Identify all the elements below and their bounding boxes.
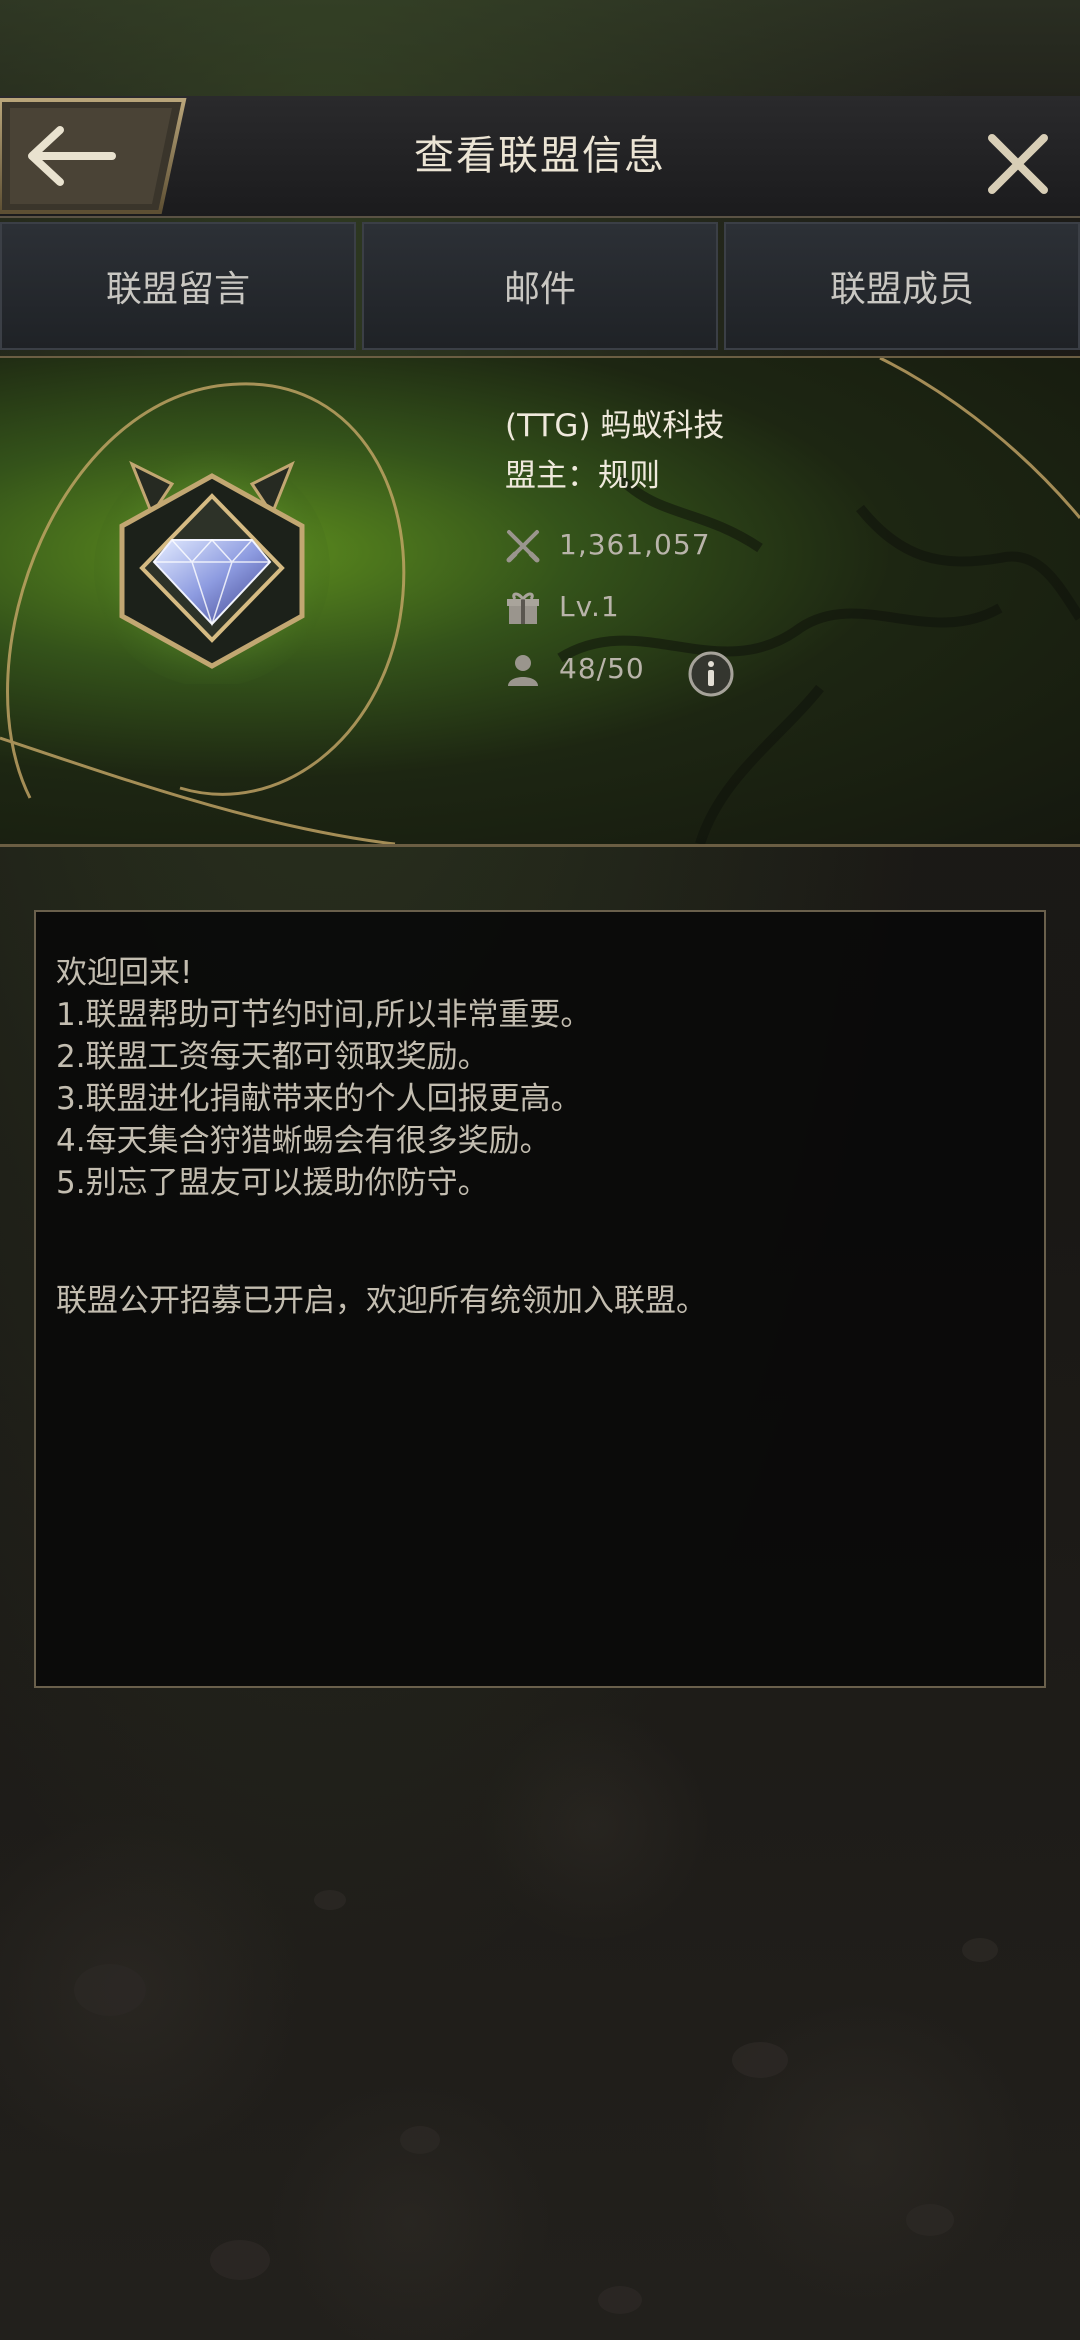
info-icon[interactable] <box>687 650 735 698</box>
message-line: 3.联盟进化捐献带来的个人回报更高。 <box>56 1081 582 1117</box>
gift-icon <box>507 592 539 624</box>
recruit-message: 联盟公开招募已开启，欢迎所有统领加入联盟。 <box>56 1283 707 1319</box>
alliance-message-box: 欢迎回来! 1.联盟帮助可节约时间,所以非常重要。 2.联盟工资每天都可领取奖励… <box>34 910 1046 1688</box>
crossed-swords-icon <box>506 530 540 563</box>
tab-mail[interactable]: 邮件 <box>362 222 718 350</box>
power-stat: 1,361,057 <box>505 514 1005 576</box>
members-value: 48/50 <box>559 652 645 685</box>
diamond-emblem-icon <box>94 451 330 684</box>
power-value: 1,361,057 <box>559 528 711 561</box>
message-line: 4.每天集合狩猎蜥蜴会有很多奖励。 <box>56 1123 551 1159</box>
member-icon <box>508 655 538 686</box>
alliance-name: (TTG) 蚂蚁科技 <box>505 408 725 444</box>
close-button[interactable] <box>978 124 1058 204</box>
level-value: Lv.1 <box>559 590 620 623</box>
message-line: 2.联盟工资每天都可领取奖励。 <box>56 1039 489 1075</box>
members-stat: 48/50 <box>505 638 1005 700</box>
tab-bar: 联盟留言 邮件 联盟成员 <box>0 222 1080 354</box>
level-stat: Lv.1 <box>505 576 1005 638</box>
pebble-texture <box>74 1890 998 2314</box>
close-icon <box>988 134 1048 194</box>
message-line: 1.联盟帮助可节约时间,所以非常重要。 <box>56 997 592 1033</box>
alliance-banner: (TTG) 蚂蚁科技 盟主：规则 1,361,057 Lv.1 48/50 <box>0 356 1080 847</box>
alliance-leader: 盟主：规则 <box>505 458 660 494</box>
alliance-info: (TTG) 蚂蚁科技 盟主：规则 1,361,057 Lv.1 48/50 <box>505 402 1005 700</box>
message-line: 欢迎回来! <box>56 955 193 991</box>
page-title: 查看联盟信息 <box>414 133 666 179</box>
tab-alliance-members[interactable]: 联盟成员 <box>724 222 1080 350</box>
message-line: 5.别忘了盟友可以援助你防守。 <box>56 1165 489 1201</box>
tab-alliance-messages[interactable]: 联盟留言 <box>0 222 356 350</box>
